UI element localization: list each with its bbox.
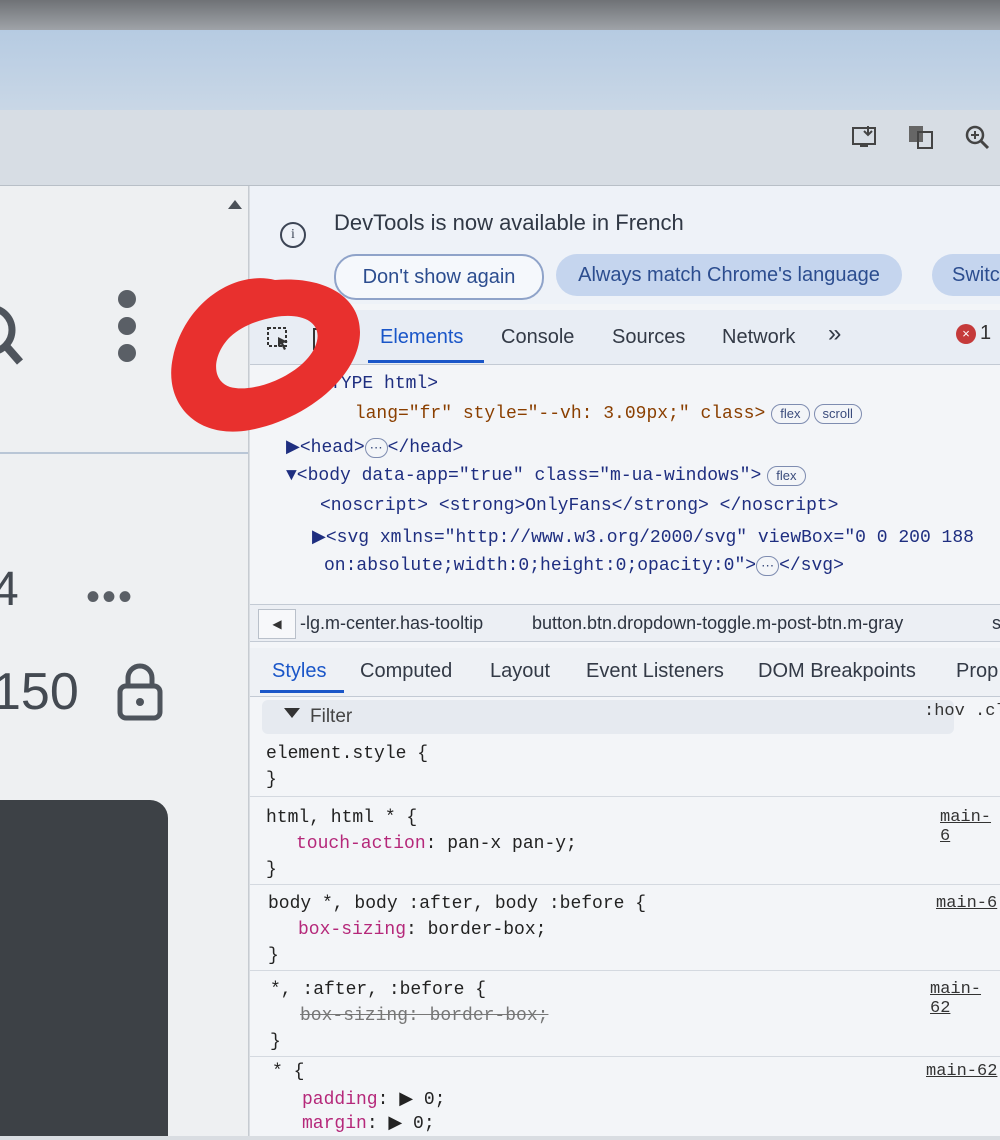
tab-sources[interactable]: Sources	[612, 326, 685, 349]
sidebar-tabs: Styles Computed Layout Event Listeners D…	[250, 648, 1000, 697]
filter-icon	[284, 708, 300, 718]
dom-html-attrs: lang="fr" style="--vh: 3.09px;" class>	[344, 404, 766, 424]
rule-selector[interactable]: body *, body :after, body :before {	[268, 894, 646, 914]
switch-language-button[interactable]: Switc	[932, 254, 1000, 296]
notice-text: DevTools is now available in French	[334, 210, 684, 235]
more-tabs-icon[interactable]: »	[828, 320, 841, 348]
tab-dom-breakpoints[interactable]: DOM Breakpoints	[758, 660, 916, 683]
tab-styles[interactable]: Styles	[272, 660, 326, 683]
more-options-icon[interactable]	[118, 290, 140, 371]
css-declaration[interactable]: touch-action: pan-x pan-y;	[296, 834, 577, 854]
more-actions-icon[interactable]: •••	[86, 575, 134, 620]
css-property: margin	[302, 1114, 367, 1134]
scroll-up-arrow-icon[interactable]	[228, 200, 242, 209]
browser-top-area	[0, 30, 1000, 110]
rule-selector[interactable]: html, html * {	[266, 808, 417, 828]
css-value: : ▶ 0;	[366, 1114, 435, 1134]
breadcrumb-item[interactable]: -lg.m-center.has-tooltip	[300, 613, 483, 634]
svg-ellipsis-icon[interactable]: ⋯	[756, 556, 780, 576]
css-value: : border-box;	[406, 920, 547, 940]
dom-svg-style-line[interactable]: on:absolute;width:0;height:0;opacity:0">…	[324, 556, 844, 576]
zoom-icon[interactable]	[962, 122, 992, 152]
rule-divider	[250, 796, 1000, 797]
rule-source-link[interactable]: main-62	[926, 1062, 997, 1081]
dom-svg-line[interactable]: ▶<svg xmlns="http://www.w3.org/2000/svg"…	[312, 526, 974, 548]
tab-event-listeners[interactable]: Event Listeners	[586, 660, 724, 683]
page-divider	[0, 452, 248, 454]
breadcrumb: ◀ -lg.m-center.has-tooltip button.btn.dr…	[250, 604, 1000, 642]
css-value: : ▶ 0;	[377, 1090, 446, 1110]
rule-selector[interactable]: element.style {	[266, 744, 428, 764]
hov-cls-toggles[interactable]: :hov .cl	[924, 702, 1000, 721]
error-count[interactable]: 1	[980, 322, 991, 345]
search-icon[interactable]	[0, 300, 30, 380]
install-app-icon[interactable]	[850, 122, 880, 152]
rule-selector[interactable]: *, :after, :before {	[270, 980, 486, 1000]
count-partial: 4	[0, 563, 19, 616]
tab-network[interactable]: Network	[722, 326, 795, 349]
rule-selector[interactable]: * {	[272, 1062, 304, 1082]
tab-properties[interactable]: Prop	[956, 660, 998, 683]
tab-computed[interactable]: Computed	[360, 660, 452, 683]
rule-source-link[interactable]: main-6	[936, 894, 997, 913]
dom-body-line[interactable]: ▼<body data-app="true" class="m-ua-windo…	[286, 466, 806, 486]
always-match-language-button[interactable]: Always match Chrome's language	[556, 254, 902, 296]
css-declaration[interactable]: padding: ▶ 0;	[302, 1088, 445, 1110]
dom-head-close: </head>	[387, 438, 464, 458]
rule-close: }	[268, 946, 279, 966]
dom-svg-close: </svg>	[779, 556, 844, 576]
tab-elements[interactable]: Elements	[380, 326, 463, 349]
css-declaration[interactable]: box-sizing: border-box;	[298, 920, 546, 940]
dom-html-line[interactable]: lang="fr" style="--vh: 3.09px;" class> fl…	[344, 404, 862, 424]
breadcrumb-item[interactable]: s	[992, 613, 1000, 634]
breadcrumb-item-selected[interactable]: button.btn.dropdown-toggle.m-post-btn.m-…	[532, 613, 903, 634]
rule-source-link[interactable]: main-62	[930, 980, 1000, 1018]
overridden-declaration[interactable]: box-sizing: border-box;	[300, 1006, 548, 1026]
css-property: touch-action	[296, 834, 426, 854]
css-declaration[interactable]: margin: ▶ 0;	[302, 1112, 435, 1134]
dom-svg-style: on:absolute;width:0;height:0;opacity:0">	[324, 556, 757, 576]
monitor-bezel	[0, 0, 1000, 30]
dom-noscript-line[interactable]: <noscript> <strong>OnlyFans</strong> </n…	[320, 496, 838, 516]
red-circle-annotation	[171, 278, 360, 432]
rule-close: }	[266, 860, 277, 880]
rule-divider	[250, 884, 1000, 885]
dom-body-open: ▼<body data-app="true" class="m-ua-windo…	[286, 466, 762, 486]
css-property: box-sizing	[298, 920, 407, 940]
rule-divider	[250, 1056, 1000, 1057]
rule-divider	[250, 970, 1000, 971]
rule-close: }	[266, 770, 277, 790]
error-icon[interactable]: ×	[956, 324, 976, 344]
css-property: padding	[302, 1090, 378, 1110]
breadcrumb-left-icon[interactable]: ◀	[258, 609, 296, 639]
price-count: 150	[0, 663, 79, 721]
filter-placeholder: Filter	[310, 706, 353, 727]
translate-icon[interactable]	[906, 122, 936, 152]
rule-close: }	[270, 1032, 281, 1052]
scroll-badge[interactable]: scroll	[813, 404, 862, 424]
media-card[interactable]	[0, 800, 168, 1136]
active-subtab-indicator	[260, 690, 344, 693]
styles-pane: element.style { } html, html * { main-6 …	[250, 740, 1000, 1140]
rule-source-link[interactable]: main-6	[940, 808, 1000, 846]
lock-icon	[117, 663, 163, 721]
styles-filter-input[interactable]: Filter	[262, 700, 954, 734]
tab-console[interactable]: Console	[501, 326, 574, 349]
tab-layout[interactable]: Layout	[490, 660, 550, 683]
body-flex-badge[interactable]: flex	[767, 466, 806, 486]
info-icon: i	[280, 222, 306, 248]
active-tab-indicator	[368, 360, 484, 363]
css-value: : pan-x pan-y;	[425, 834, 577, 854]
flex-badge[interactable]: flex	[771, 404, 810, 424]
